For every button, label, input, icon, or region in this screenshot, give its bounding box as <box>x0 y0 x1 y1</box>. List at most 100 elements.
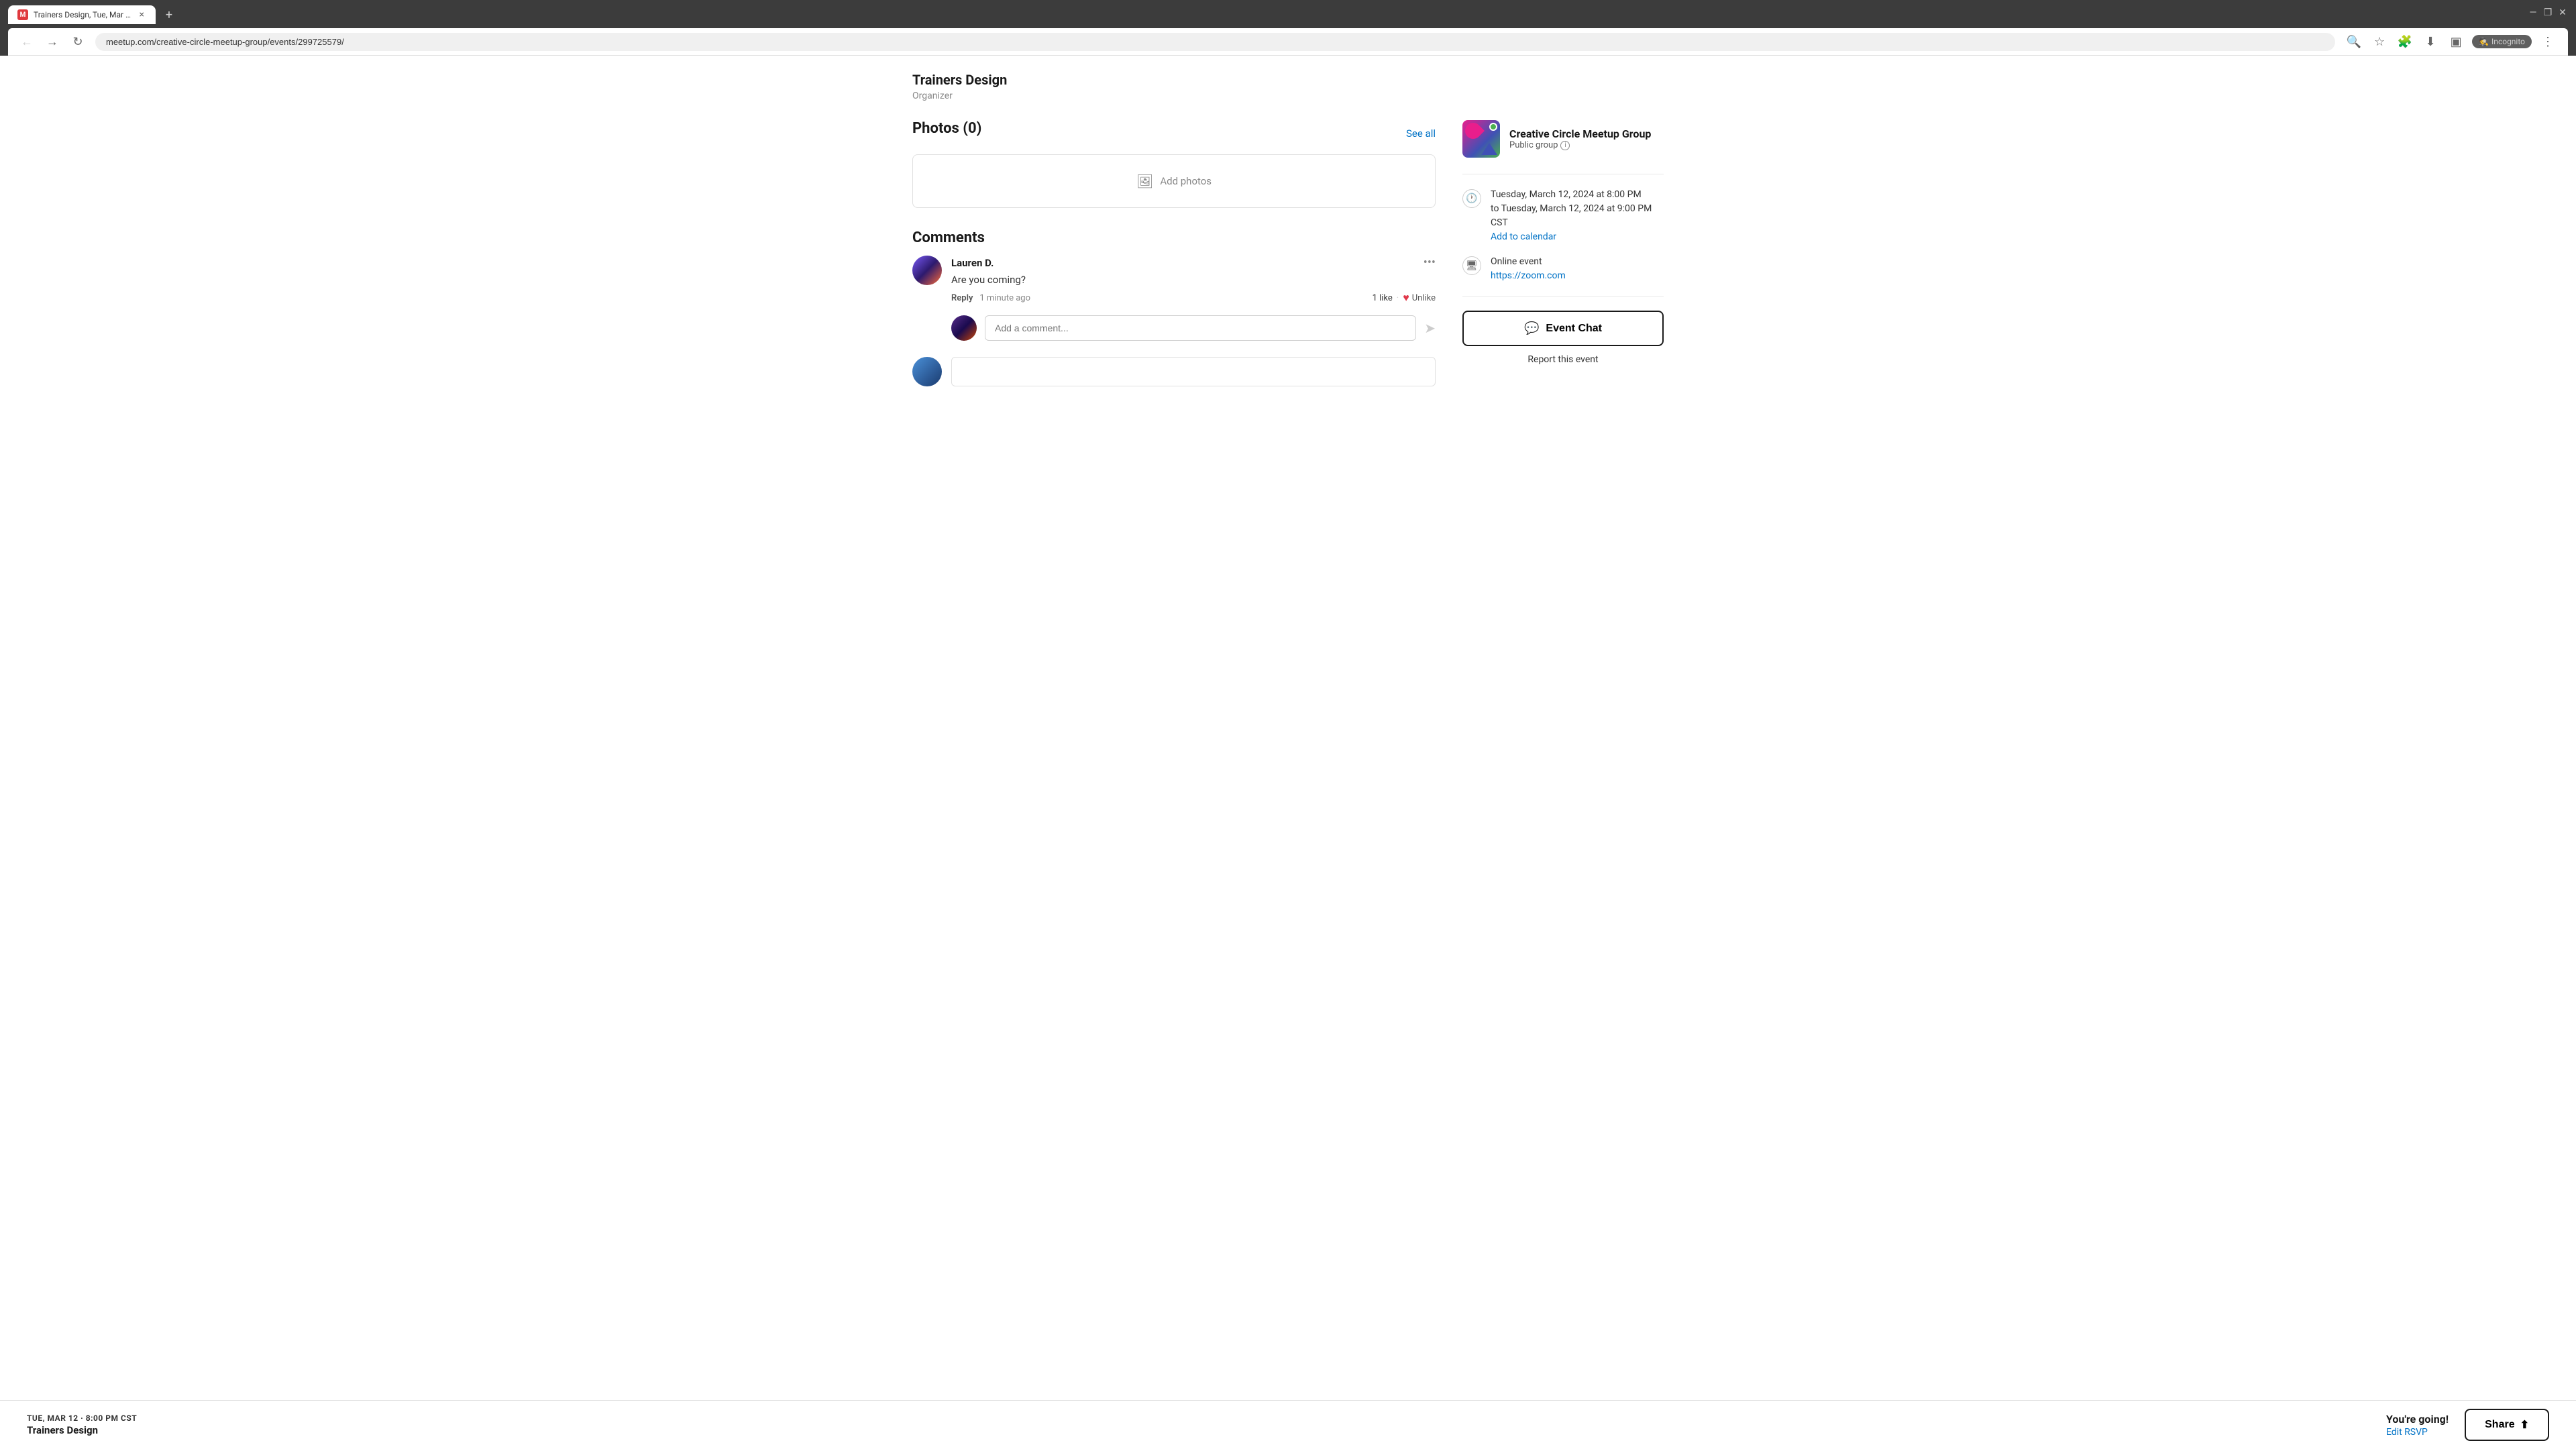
incognito-icon: 🕵 <box>2479 37 2489 46</box>
group-card: Creative Circle Meetup Group Public grou… <box>1462 120 1664 158</box>
zoom-link[interactable]: https://zoom.com <box>1491 269 1566 283</box>
comment-submit-button[interactable]: ➤ <box>1424 320 1436 337</box>
avatar-2 <box>912 357 942 386</box>
like-count: 1 like <box>1373 293 1393 303</box>
page-title: Trainers Design <box>912 72 1664 88</box>
left-column: Photos (0) See all 🖼 Add photos Comments <box>912 120 1436 386</box>
going-label: You're going! <box>2386 1413 2449 1426</box>
event-date-line2: to Tuesday, March 12, 2024 at 9:00 PM CS… <box>1491 203 1652 228</box>
comment-actions: Reply 1 minute ago 1 like · ♥ Unlike <box>951 291 1436 305</box>
event-chat-button[interactable]: 💬 Event Chat <box>1462 311 1664 346</box>
active-tab[interactable]: M Trainers Design, Tue, Mar 12, 2... × <box>8 5 156 24</box>
page-subtitle: Organizer <box>912 91 1664 101</box>
split-view-button[interactable]: ▣ <box>2447 32 2465 51</box>
clock-icon: 🕐 <box>1462 189 1481 208</box>
reply-input-row: ➤ <box>951 315 1436 341</box>
back-button[interactable]: ← <box>19 34 35 50</box>
address-bar: ← → ↻ 🔍 ☆ 🧩 ⬇ ▣ 🕵 Incognito ⋮ <box>8 28 2568 56</box>
comment-header: Lauren D. ••• <box>951 256 1436 270</box>
comment-menu-button[interactable]: ••• <box>1424 256 1436 270</box>
report-event-link[interactable]: Report this event <box>1462 354 1664 365</box>
comment-likes: 1 like · ♥ Unlike <box>1373 291 1436 305</box>
comment-input[interactable] <box>985 315 1416 341</box>
right-sidebar: Creative Circle Meetup Group Public grou… <box>1462 120 1664 386</box>
group-type: Public group i <box>1509 140 1651 150</box>
avatar-inner <box>912 256 942 285</box>
comment-text: Are you coming? <box>951 274 1436 286</box>
add-to-calendar-link[interactable]: Add to calendar <box>1491 230 1664 244</box>
event-type-text: Online event https://zoom.com <box>1491 255 1566 283</box>
forward-button[interactable]: → <box>44 34 60 50</box>
group-info: Creative Circle Meetup Group Public grou… <box>1509 127 1651 150</box>
share-icon: ⬆ <box>2520 1418 2529 1432</box>
event-date-row: 🕐 Tuesday, March 12, 2024 at 8:00 PM to … <box>1462 188 1664 244</box>
unlike-button[interactable]: ♥ Unlike <box>1403 291 1436 305</box>
avatar <box>912 256 942 285</box>
event-type-label: Online event <box>1491 256 1542 267</box>
chat-icon: 💬 <box>1524 321 1539 335</box>
new-tab-button[interactable]: + <box>160 5 178 24</box>
comments-section: Comments Lauren D. ••• Are you coming? R… <box>912 229 1436 386</box>
tab-title: Trainers Design, Tue, Mar 12, 2... <box>34 10 131 19</box>
bottom-event-title: Trainers Design <box>27 1424 137 1436</box>
group-name: Creative Circle Meetup Group <box>1509 127 1651 140</box>
event-date-line1: Tuesday, March 12, 2024 at 8:00 PM <box>1491 189 1642 200</box>
reply-avatar <box>951 315 977 341</box>
close-button[interactable]: ✕ <box>2557 7 2568 18</box>
bottom-actions: You're going! Edit RSVP Share ⬆ <box>2386 1409 2549 1441</box>
group-logo <box>1462 120 1500 158</box>
refresh-button[interactable]: ↻ <box>70 34 86 50</box>
group-logo-shape1 <box>1462 120 1485 142</box>
event-type-row: 🖥 Online event https://zoom.com <box>1462 255 1664 283</box>
search-button[interactable]: 🔍 <box>2345 32 2363 51</box>
bookmark-button[interactable]: ☆ <box>2370 32 2389 51</box>
photos-header: Photos (0) See all <box>912 120 1436 146</box>
photos-section: Photos (0) See all 🖼 Add photos <box>912 120 1436 208</box>
comment-item: Lauren D. ••• Are you coming? Reply 1 mi… <box>912 256 1436 305</box>
browser-actions: 🔍 ☆ 🧩 ⬇ ▣ 🕵 Incognito ⋮ <box>2345 32 2557 51</box>
add-photos-box[interactable]: 🖼 Add photos <box>912 154 1436 208</box>
share-label: Share <box>2485 1419 2514 1431</box>
incognito-label: Incognito <box>2491 37 2525 46</box>
extensions-button[interactable]: 🧩 <box>2396 32 2414 51</box>
video-icon: 🖥 <box>1462 256 1481 275</box>
photo-icon: 🖼 <box>1136 173 1153 189</box>
see-all-link[interactable]: See all <box>1406 127 1436 140</box>
restore-button[interactable]: ❐ <box>2542 7 2553 18</box>
placeholder-box <box>951 357 1436 386</box>
comment-placeholder <box>912 357 1436 386</box>
incognito-badge: 🕵 Incognito <box>2472 35 2532 48</box>
comments-title: Comments <box>912 229 1436 246</box>
event-date-text: Tuesday, March 12, 2024 at 8:00 PM to Tu… <box>1491 188 1664 244</box>
reply-avatar-inner <box>951 315 977 341</box>
info-icon: i <box>1560 141 1570 150</box>
window-controls: — ❐ ✕ <box>2528 7 2568 22</box>
url-input[interactable] <box>95 33 2335 51</box>
tab-favicon: M <box>17 9 28 20</box>
group-status-dot <box>1489 123 1497 131</box>
bottom-bar: TUE, MAR 12 · 8:00 PM CST Trainers Desig… <box>0 1400 2576 1449</box>
minimize-button[interactable]: — <box>2528 7 2538 18</box>
reply-button[interactable]: Reply <box>951 293 973 303</box>
edit-rsvp-link[interactable]: Edit RSVP <box>2386 1427 2449 1438</box>
add-photos-label: Add photos <box>1160 175 1212 187</box>
tab-bar: M Trainers Design, Tue, Mar 12, 2... × +… <box>8 5 2568 24</box>
browser-chrome: M Trainers Design, Tue, Mar 12, 2... × +… <box>0 0 2576 56</box>
group-type-label: Public group <box>1509 140 1558 150</box>
group-logo-shape2 <box>1481 143 1497 155</box>
event-chat-label: Event Chat <box>1546 323 1602 335</box>
unlike-label: Unlike <box>1412 293 1436 303</box>
bottom-date: TUE, MAR 12 · 8:00 PM CST <box>27 1413 137 1423</box>
share-button[interactable]: Share ⬆ <box>2465 1409 2549 1441</box>
menu-button[interactable]: ⋮ <box>2538 32 2557 51</box>
main-layout: Photos (0) See all 🖼 Add photos Comments <box>912 120 1664 386</box>
page-header: Trainers Design Organizer <box>912 72 1664 101</box>
comment-author: Lauren D. <box>951 257 994 269</box>
download-button[interactable]: ⬇ <box>2421 32 2440 51</box>
page-content: Trainers Design Organizer Photos (0) See… <box>885 56 1690 402</box>
tab-close-button[interactable]: × <box>137 9 146 20</box>
going-status: You're going! Edit RSVP <box>2386 1413 2449 1438</box>
avatar-2-inner <box>912 357 942 386</box>
heart-icon: ♥ <box>1403 291 1409 305</box>
photos-title: Photos (0) <box>912 120 981 137</box>
